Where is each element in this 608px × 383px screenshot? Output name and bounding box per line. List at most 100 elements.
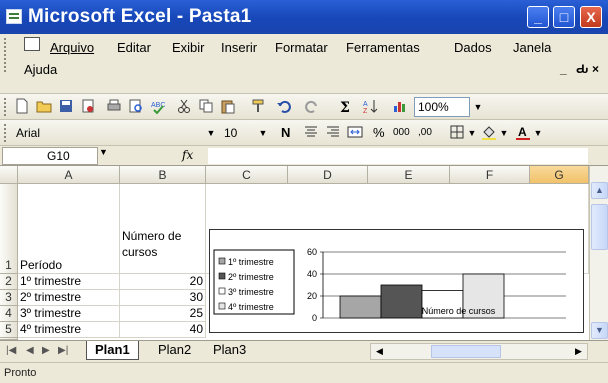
workbook-icon[interactable]: [24, 37, 40, 51]
close-button[interactable]: X: [580, 6, 602, 28]
horizontal-scroll-thumb[interactable]: [431, 345, 501, 358]
cell-a4[interactable]: 3º trimestre: [18, 306, 120, 322]
cell-a2[interactable]: 1º trimestre: [18, 274, 120, 290]
formula-input[interactable]: [208, 148, 588, 164]
toolbar-grip[interactable]: [4, 98, 7, 116]
align-right-icon[interactable]: [325, 124, 341, 140]
menu-ajuda[interactable]: Ajuda: [24, 62, 57, 77]
merge-center-icon[interactable]: [347, 124, 363, 140]
menu-editar[interactable]: Editar: [117, 40, 151, 55]
row-header-3[interactable]: 3: [0, 290, 18, 306]
cut-icon[interactable]: [176, 98, 192, 114]
menu-janela[interactable]: Janela: [513, 40, 551, 55]
row-header-4[interactable]: 4: [0, 306, 18, 322]
borders-dropdown-icon[interactable]: ▼: [465, 123, 479, 143]
cell-b2[interactable]: 20: [120, 274, 206, 290]
next-sheet-button[interactable]: ▶: [42, 345, 50, 356]
font-size-select[interactable]: 10: [220, 123, 252, 143]
zoom-select[interactable]: 100%: [414, 97, 470, 117]
horizontal-scrollbar[interactable]: ◀ ▶: [370, 343, 588, 360]
menu-grip[interactable]: [4, 38, 7, 72]
sheet-tab-plan1[interactable]: Plan1: [86, 341, 139, 360]
thousands-button[interactable]: 000: [393, 127, 410, 138]
scroll-down-button[interactable]: ▼: [591, 322, 608, 339]
maximize-button[interactable]: □: [553, 6, 575, 28]
font-size-dropdown-icon[interactable]: ▼: [256, 123, 270, 143]
font-color-icon[interactable]: A: [515, 124, 531, 140]
menu-formatar[interactable]: Formatar: [275, 40, 328, 55]
name-box[interactable]: G10: [2, 147, 98, 165]
borders-icon[interactable]: [449, 124, 465, 140]
bold-button[interactable]: N: [281, 125, 290, 140]
spelling-icon[interactable]: ABC: [150, 98, 166, 114]
save-icon[interactable]: [58, 98, 74, 114]
percent-button[interactable]: %: [373, 125, 385, 140]
cell-a3[interactable]: 2º trimestre: [18, 290, 120, 306]
autosum-icon[interactable]: Σ: [338, 98, 354, 114]
cell-b1[interactable]: Número de cursos: [120, 184, 206, 274]
last-sheet-button[interactable]: ▶|: [58, 345, 68, 356]
sheet-tab-plan3[interactable]: Plan3: [205, 341, 254, 360]
font-dropdown-icon[interactable]: ▼: [204, 123, 218, 143]
cell-a1[interactable]: Período: [18, 184, 120, 274]
name-box-dropdown-icon[interactable]: ▼: [99, 147, 108, 157]
font-color-dropdown-icon[interactable]: ▼: [531, 123, 545, 143]
cell-b4[interactable]: 25: [120, 306, 206, 322]
row-header-1[interactable]: 1: [0, 184, 18, 274]
vertical-scrollbar[interactable]: ▲ ▼: [589, 166, 608, 340]
undo-icon[interactable]: [276, 98, 292, 114]
row-header-5[interactable]: 5: [0, 322, 18, 338]
format-painter-icon[interactable]: [250, 98, 266, 114]
insert-function-button[interactable]: fx: [182, 148, 193, 162]
redo-icon[interactable]: [304, 98, 320, 114]
excel-icon: [6, 9, 22, 24]
open-folder-icon[interactable]: [36, 98, 52, 114]
new-file-icon[interactable]: [14, 98, 30, 114]
workbook-restore-button[interactable]: Ԃ: [576, 62, 588, 76]
legend-swatch-1: [218, 257, 226, 265]
menu-ferramentas[interactable]: Ferramentas: [346, 40, 420, 55]
paste-icon[interactable]: [220, 98, 236, 114]
print-preview-icon[interactable]: [128, 98, 144, 114]
prev-sheet-button[interactable]: ◀: [26, 345, 34, 356]
first-sheet-button[interactable]: |◀: [6, 345, 16, 356]
cell-b3[interactable]: 30: [120, 290, 206, 306]
minimize-button[interactable]: _: [527, 6, 549, 28]
chart-wizard-icon[interactable]: [392, 98, 408, 114]
sort-ascending-icon[interactable]: AZ: [362, 98, 378, 114]
scroll-up-button[interactable]: ▲: [591, 182, 608, 199]
decimals-button[interactable]: ,00: [418, 127, 432, 138]
select-all-corner[interactable]: [0, 166, 18, 184]
column-header-b[interactable]: B: [120, 166, 206, 184]
cell-a5[interactable]: 4º trimestre: [18, 322, 120, 338]
menu-inserir[interactable]: Inserir: [221, 40, 257, 55]
column-header-d[interactable]: D: [288, 166, 368, 184]
column-header-e[interactable]: E: [368, 166, 450, 184]
column-header-a[interactable]: A: [18, 166, 120, 184]
format-toolbar-grip[interactable]: [4, 124, 7, 142]
scroll-right-button[interactable]: ▶: [571, 344, 586, 359]
workbook-close-button[interactable]: ×: [592, 62, 599, 76]
fill-color-dropdown-icon[interactable]: ▼: [497, 123, 511, 143]
column-header-c[interactable]: C: [206, 166, 288, 184]
print-icon[interactable]: [106, 98, 122, 114]
menu-exibir[interactable]: Exibir: [172, 40, 205, 55]
zoom-dropdown-icon[interactable]: ▼: [471, 97, 485, 117]
scroll-left-button[interactable]: ◀: [372, 344, 387, 359]
workbook-minimize-button[interactable]: _: [560, 62, 567, 76]
menu-dados[interactable]: Dados: [454, 40, 492, 55]
column-header-g[interactable]: G: [530, 166, 589, 184]
menu-arquivo[interactable]: Arquivo: [50, 40, 94, 55]
vertical-scroll-thumb[interactable]: [591, 204, 608, 250]
chart-plot: 1º trimestre 2º trimestre 3º trimestre 4º t…: [213, 247, 566, 323]
fill-color-icon[interactable]: [481, 124, 497, 140]
column-header-f[interactable]: F: [450, 166, 530, 184]
copy-icon[interactable]: [198, 98, 214, 114]
permission-icon[interactable]: [80, 98, 96, 114]
embedded-chart[interactable]: 1º trimestre 2º trimestre 3º trimestre 4º t…: [209, 229, 584, 333]
align-center-icon[interactable]: [303, 124, 319, 140]
sheet-tab-plan2[interactable]: Plan2: [150, 341, 199, 360]
row-header-2[interactable]: 2: [0, 274, 18, 290]
font-select[interactable]: Arial: [12, 123, 202, 143]
cell-b5[interactable]: 40: [120, 322, 206, 338]
